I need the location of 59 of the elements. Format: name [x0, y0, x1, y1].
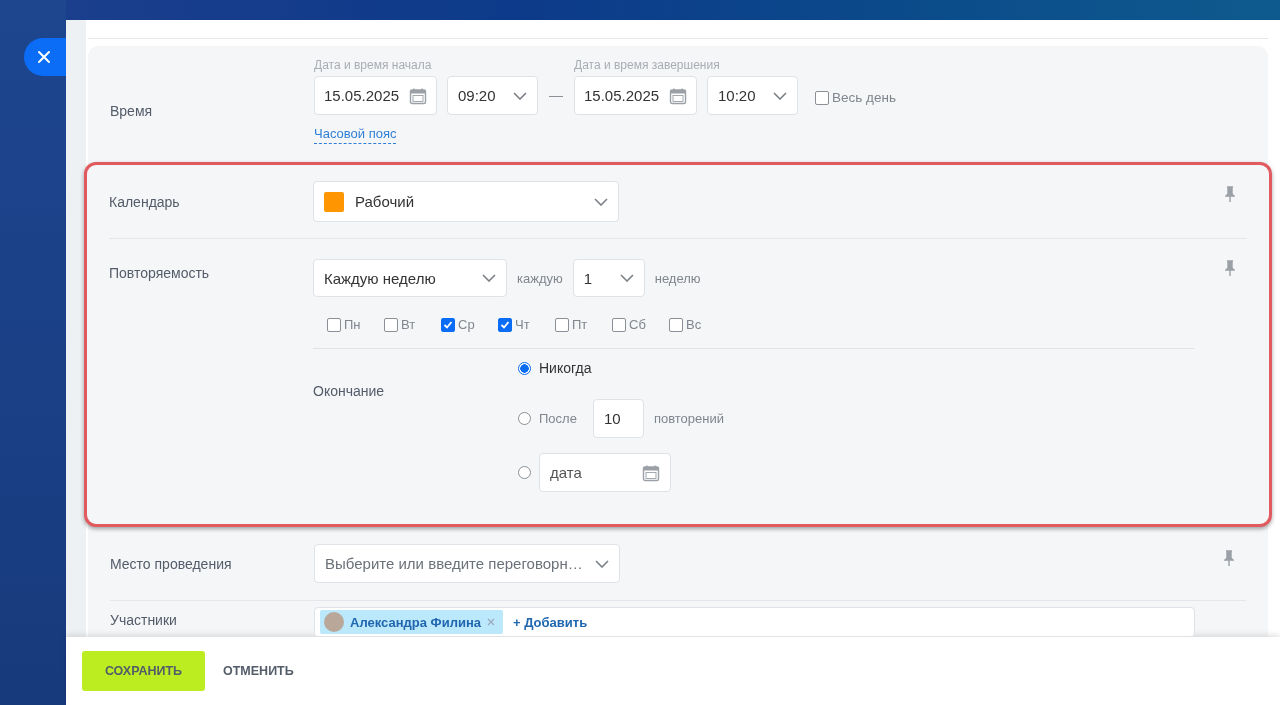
option-label: После: [539, 411, 577, 426]
chevron-down-icon: [482, 274, 496, 282]
frequency-select[interactable]: Каждую неделю: [313, 259, 507, 297]
radio-button[interactable]: [518, 361, 531, 375]
interval-unit: неделю: [654, 270, 701, 286]
calendar-icon: [409, 86, 427, 105]
date-field[interactable]: 15.05.2025: [314, 76, 437, 115]
calendar-select[interactable]: Рабочий: [313, 181, 619, 222]
weekday-checkbox[interactable]: Чт: [498, 317, 555, 332]
avatar: [324, 612, 344, 632]
field-label: Календарь: [109, 193, 181, 210]
radio-button[interactable]: [518, 466, 531, 479]
weekday-checkbox[interactable]: Вс: [669, 317, 726, 332]
pin-icon[interactable]: [1225, 186, 1235, 203]
chevron-down-icon: [619, 274, 634, 282]
add-participant-link[interactable]: + Добавить: [512, 614, 588, 630]
all-day-checkbox[interactable]: Весь день: [815, 90, 896, 105]
interval-select[interactable]: 1: [572, 259, 645, 297]
chevron-down-icon: [513, 91, 527, 100]
weekday-checkbox[interactable]: Сб: [612, 317, 669, 332]
field-label: Место проведения: [110, 555, 233, 572]
pin-icon[interactable]: [1225, 260, 1235, 277]
weekday-checkbox[interactable]: Пн: [327, 317, 384, 332]
checkmark-icon: [443, 319, 453, 330]
remove-icon[interactable]: [486, 618, 495, 626]
checkmark-icon: [500, 319, 510, 330]
field-caption: Дата и время начала: [314, 58, 433, 72]
calendar-icon: [642, 463, 660, 482]
date-field[interactable]: 15.05.2025: [574, 76, 697, 115]
participant-chip[interactable]: Александра Филина: [320, 610, 503, 634]
count-suffix: повторений: [653, 411, 724, 426]
location-select[interactable]: Выберите или введите переговорн…: [314, 544, 620, 583]
time-select[interactable]: 10:20: [707, 76, 798, 115]
field-caption: Дата и время завершения: [574, 58, 721, 72]
time-select[interactable]: 09:20: [447, 76, 538, 115]
calendar-icon: [669, 86, 687, 105]
participants-field[interactable]: Александра Филина + Добавить: [314, 607, 1195, 637]
range-dash: —: [549, 87, 563, 103]
field-label: Окончание: [313, 382, 386, 401]
weekday-checkbox[interactable]: Вт: [384, 317, 441, 332]
chevron-down-icon: [594, 197, 608, 206]
interval-prefix: каждую: [517, 270, 563, 286]
weekday-checkbox[interactable]: Пт: [555, 317, 612, 332]
cancel-button[interactable]: ОТМЕНИТЬ: [205, 651, 312, 691]
field-label: Участники: [110, 611, 178, 630]
chevron-down-icon: [773, 91, 787, 100]
pin-icon[interactable]: [1224, 550, 1234, 567]
chevron-down-icon: [595, 559, 609, 568]
field-label: Повторяемость: [109, 264, 211, 283]
timezone-link[interactable]: Часовой пояс: [314, 126, 397, 144]
field-label: Время: [110, 103, 154, 119]
count-field[interactable]: 10: [592, 399, 644, 438]
close-button[interactable]: [24, 38, 66, 76]
save-button[interactable]: СОХРАНИТЬ: [82, 651, 205, 691]
weekday-checkbox[interactable]: Ср: [441, 317, 498, 332]
radio-button[interactable]: [518, 412, 531, 425]
option-label: Никогда: [539, 360, 592, 376]
close-icon: [37, 50, 51, 64]
end-date-field[interactable]: дата: [539, 453, 671, 492]
